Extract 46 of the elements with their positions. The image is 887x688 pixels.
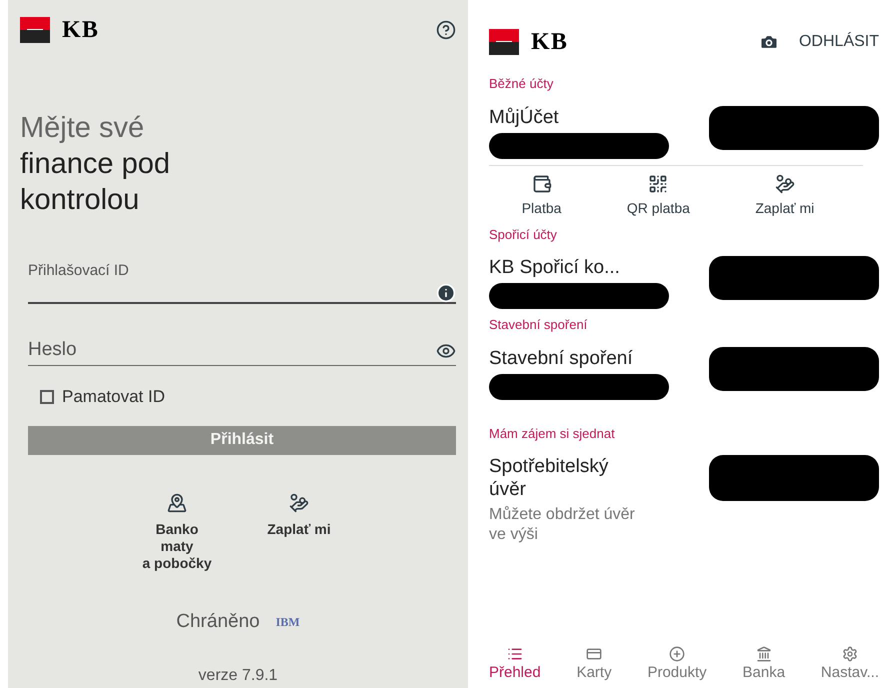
section-title: Běžné účty xyxy=(489,75,554,93)
offer-note: Můžete obdržet úvěr ve výši xyxy=(489,505,635,545)
hand-coin-icon xyxy=(774,174,795,194)
hand-coin-icon xyxy=(289,492,309,512)
login-id-field[interactable]: Přihlašovací ID xyxy=(28,260,456,304)
headline-line: kontrolou xyxy=(20,183,140,218)
settings-icon xyxy=(842,646,858,662)
bank-icon xyxy=(756,646,772,662)
section-title: Spořicí účty xyxy=(489,226,558,244)
section-title: Mám zájem si sjednat xyxy=(489,424,616,443)
account-action[interactable]: Platba xyxy=(522,174,562,218)
account-action[interactable]: QR platba xyxy=(626,174,690,218)
remember-id-checkbox[interactable]: Pamatovat ID xyxy=(40,384,456,410)
card-icon xyxy=(586,646,602,662)
nav-tab[interactable]: Produkty xyxy=(647,646,707,684)
checkbox-square[interactable] xyxy=(40,390,54,404)
account-name[interactable]: MůjÚčet xyxy=(489,106,669,128)
headline-line: finance pod xyxy=(20,147,171,182)
plus-icon xyxy=(669,646,686,662)
protected-label: Chráněno xyxy=(176,610,260,634)
nav-tab[interactable]: Nastav... xyxy=(820,646,879,684)
wallet-icon xyxy=(532,174,552,194)
shortcut-button[interactable]: Zaplať mi xyxy=(254,492,344,572)
logo-icon xyxy=(489,29,519,55)
section-title: Stavební spoření xyxy=(489,316,588,334)
logout-button[interactable]: ODHLÁSIT xyxy=(798,30,879,54)
help-icon[interactable] xyxy=(436,20,456,40)
qr-code-icon xyxy=(648,174,668,194)
account-name[interactable]: KB Spořicí ko... xyxy=(489,256,669,279)
nav-tab[interactable]: Karty xyxy=(576,646,612,684)
password-field[interactable]: Heslo xyxy=(28,336,456,366)
shortcut-button[interactable]: Banko maty a pobočky xyxy=(132,492,222,572)
ibm-logo: IBM xyxy=(276,614,300,631)
account-action[interactable]: Zaplať mi xyxy=(755,174,814,218)
nav-tab[interactable]: Přehled xyxy=(489,646,541,684)
version-label: verze 7.9.1 xyxy=(197,666,279,686)
list-icon xyxy=(506,646,523,662)
map-icon xyxy=(167,492,187,512)
account-name[interactable]: Stavební spoření xyxy=(489,346,669,370)
logo-text: KB xyxy=(531,28,568,57)
nav-tab[interactable]: Banka xyxy=(742,646,786,684)
logo-icon xyxy=(20,17,50,43)
account-name[interactable]: Spotřebitelský úvěr xyxy=(489,455,635,501)
logo-text: KB xyxy=(62,16,100,45)
info-icon[interactable] xyxy=(436,282,456,302)
headline-line: Mějte své xyxy=(20,111,146,146)
